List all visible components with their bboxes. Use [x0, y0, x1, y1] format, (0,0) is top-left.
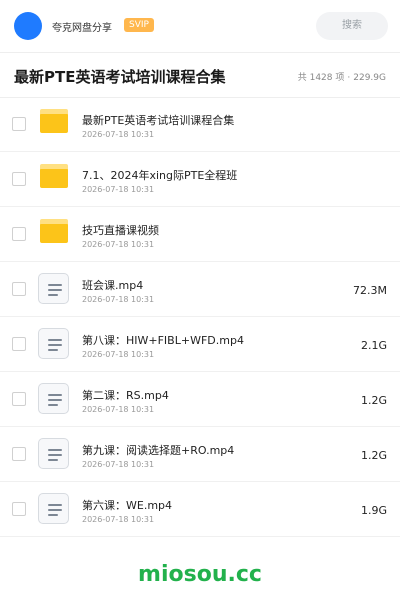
page-title: 最新PTE英语考试培训课程合集: [14, 68, 226, 86]
list-item[interactable]: 第九课：阅读选择题+RO.mp4 2026-07-18 10:31 1.2G: [0, 427, 400, 482]
select-checkbox[interactable]: [12, 447, 26, 461]
select-checkbox[interactable]: [12, 117, 26, 131]
item-count: 共 1428 项: [297, 73, 345, 83]
list-item[interactable]: 第二课：RS.mp4 2026-07-18 10:31 1.2G: [0, 372, 400, 427]
folder-icon: [40, 219, 68, 243]
file-size: 1.2G: [360, 394, 387, 407]
file-name: 第二课：RS.mp4: [82, 389, 169, 402]
list-item[interactable]: 技巧直播课视频 2026-07-18 10:31: [0, 207, 400, 262]
file-name: 第八课：HIW+FIBL+WFD.mp4: [82, 334, 244, 347]
header-bar: 夸克网盘分享 SVIP 搜索: [0, 0, 400, 53]
list-item[interactable]: 班会课.mp4 2026-07-18 10:31 72.3M: [0, 262, 400, 317]
select-checkbox[interactable]: [12, 392, 26, 406]
file-date: 2026-07-18 10:31: [82, 515, 155, 524]
video-file-icon: [38, 383, 69, 414]
file-name: 最新PTE英语考试培训课程合集: [82, 114, 235, 127]
file-size: 2.1G: [360, 339, 387, 352]
watermark: miosou.cc: [138, 562, 262, 587]
select-checkbox[interactable]: [12, 282, 26, 296]
file-date: 2026-07-18 10:31: [82, 130, 155, 139]
file-date: 2026-07-18 10:31: [82, 240, 155, 249]
search-button[interactable]: 搜索: [316, 12, 388, 40]
title-row: 最新PTE英语考试培训课程合集 共 1428 项 · 229.9G: [0, 52, 400, 98]
file-date: 2026-07-18 10:31: [82, 350, 155, 359]
video-file-icon: [38, 273, 69, 304]
file-date: 2026-07-18 10:31: [82, 405, 155, 414]
video-file-icon: [38, 493, 69, 524]
folder-summary: 共 1428 项 · 229.9G: [298, 70, 386, 83]
file-list: 最新PTE英语考试培训课程合集 2026-07-18 10:31 7.1、202…: [0, 97, 400, 537]
username: 夸克网盘分享: [52, 23, 112, 34]
list-item[interactable]: 最新PTE英语考试培训课程合集 2026-07-18 10:31: [0, 97, 400, 152]
file-name: 班会课.mp4: [82, 279, 144, 292]
folder-icon: [40, 109, 68, 133]
total-size: 229.9G: [353, 73, 386, 83]
video-file-icon: [38, 438, 69, 469]
file-date: 2026-07-18 10:31: [82, 295, 155, 304]
file-date: 2026-07-18 10:31: [82, 460, 155, 469]
select-checkbox[interactable]: [12, 337, 26, 351]
folder-icon: [40, 164, 68, 188]
file-name: 第六课：WE.mp4: [82, 499, 173, 512]
select-checkbox[interactable]: [12, 227, 26, 241]
file-date: 2026-07-18 10:31: [82, 185, 155, 194]
list-item[interactable]: 第八课：HIW+FIBL+WFD.mp4 2026-07-18 10:31 2.…: [0, 317, 400, 372]
list-item[interactable]: 第六课：WE.mp4 2026-07-18 10:31 1.9G: [0, 482, 400, 537]
file-name: 7.1、2024年xing际PTE全程班: [82, 169, 238, 182]
file-name: 第九课：阅读选择题+RO.mp4: [82, 444, 235, 457]
file-name: 技巧直播课视频: [82, 224, 159, 237]
summary-separator: ·: [347, 73, 351, 83]
file-size: 1.9G: [360, 504, 387, 517]
select-checkbox[interactable]: [12, 502, 26, 516]
select-checkbox[interactable]: [12, 172, 26, 186]
svip-badge: SVIP: [124, 18, 154, 32]
avatar[interactable]: [14, 12, 42, 40]
file-size: 1.2G: [360, 449, 387, 462]
list-item[interactable]: 7.1、2024年xing际PTE全程班 2026-07-18 10:31: [0, 152, 400, 207]
file-size: 72.3M: [353, 284, 387, 297]
video-file-icon: [38, 328, 69, 359]
